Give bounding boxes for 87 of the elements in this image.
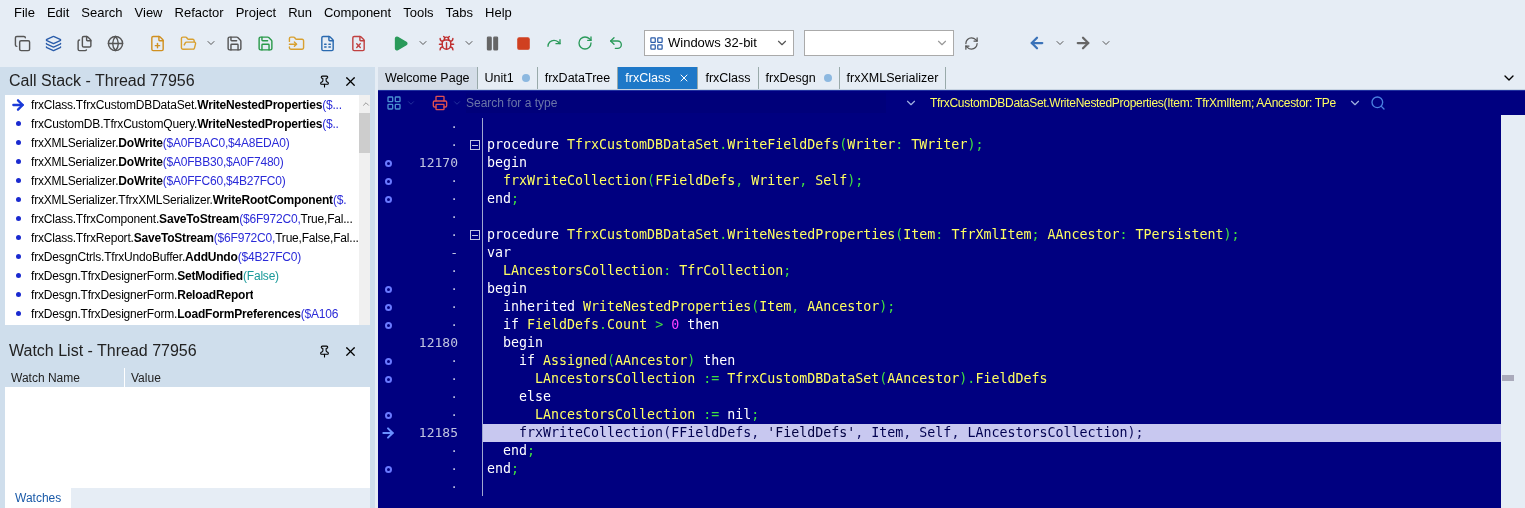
call-stack-frame[interactable]: frxDesgn.TfrxDesignerForm.LoadFormPreferences($A106 bbox=[5, 304, 359, 323]
line-number: · bbox=[449, 352, 458, 371]
code-text: var bbox=[487, 244, 512, 263]
code-text: begin bbox=[487, 154, 528, 173]
line-number: 12185 bbox=[417, 424, 458, 443]
line-number: · bbox=[449, 262, 458, 281]
line-number: 12170 bbox=[417, 154, 458, 173]
printer-icon[interactable] bbox=[432, 95, 448, 111]
code-text: end; bbox=[487, 190, 520, 209]
scrollbar-thumb[interactable] bbox=[358, 113, 370, 153]
column-header[interactable]: Value bbox=[125, 368, 370, 387]
search-icon[interactable] bbox=[1369, 95, 1386, 111]
line-number: · bbox=[449, 478, 458, 497]
code-text: begin bbox=[487, 280, 528, 299]
line-number: · bbox=[449, 316, 458, 335]
line-number: · bbox=[449, 442, 458, 461]
editor-tab[interactable]: frxClass bbox=[618, 67, 699, 89]
call-stack-frame[interactable]: frxDesgn.TfrxDesignerForm.SetModified(False) bbox=[5, 266, 359, 285]
call-stack-frame[interactable]: frxDesgnCtrls.TfrxUndoBuffer.AddUndo($4B27FC0) bbox=[5, 247, 359, 266]
method-dropdown[interactable]: TfrxCustomDBDataSet.WriteNestedProperties(Item: TfrXmlItem; AAncestor: TPe bbox=[904, 94, 1362, 112]
menu-item[interactable]: Tools bbox=[397, 2, 440, 23]
code-text: inherited WriteNestedProperties(Item, AAncestor); bbox=[502, 298, 896, 317]
code-text: procedure TfrxCustomDBDataSet.WriteFieldDefs(Writer: TWriter); bbox=[487, 136, 984, 155]
call-stack-frame[interactable]: frxXMLSerializer.DoWrite($A0FBAC0,$4A8EDA0) bbox=[5, 133, 359, 152]
line-number: 12180 bbox=[417, 334, 458, 353]
type-search-field[interactable]: Search for a type bbox=[466, 94, 886, 112]
menu-item[interactable]: Refactor bbox=[168, 2, 230, 23]
menu-item[interactable]: Edit bbox=[40, 2, 76, 23]
line-number: · bbox=[449, 460, 458, 479]
editor-tab[interactable]: frxDesgn bbox=[758, 67, 840, 89]
pin-icon[interactable] bbox=[318, 344, 331, 358]
line-number: · bbox=[449, 208, 458, 227]
line-number: · bbox=[449, 406, 458, 425]
menu-item[interactable]: File bbox=[8, 2, 41, 23]
menu-item[interactable]: Project bbox=[229, 2, 283, 23]
platform-dropdown[interactable]: Windows 32-bit bbox=[644, 30, 794, 56]
code-text: LAncestorsCollection: TfrCollection; bbox=[502, 262, 792, 281]
editor-tab[interactable]: frxClass bbox=[698, 67, 759, 89]
call-stack-frame[interactable]: frxDesgn.TfrxDesignerForm.ReloadReport bbox=[5, 285, 359, 304]
call-stack-frame[interactable]: frxClass.TfrxReport.SaveToStream($6F972C0,True,False,Fal... bbox=[5, 228, 359, 247]
code-text: begin bbox=[502, 334, 544, 353]
line-number: · bbox=[449, 298, 458, 317]
code-text: LAncestorsCollection := TfrxCustomDBDataSet(AAncestor).FieldDefs bbox=[534, 370, 1048, 389]
panel-title: Watch List - Thread 77956 bbox=[9, 341, 198, 361]
panel-title: Call Stack - Thread 77956 bbox=[9, 71, 196, 91]
menu-item[interactable]: Component bbox=[318, 2, 398, 23]
menu-item[interactable]: Search bbox=[75, 2, 129, 23]
code-text: if FieldDefs.Count > 0 then bbox=[502, 316, 720, 335]
line-number: · bbox=[449, 226, 458, 245]
column-header[interactable]: Watch Name bbox=[5, 368, 125, 387]
fold-toggle-icon[interactable] bbox=[470, 140, 480, 150]
menu-item[interactable]: Tabs bbox=[439, 2, 480, 23]
line-number: · bbox=[449, 118, 458, 137]
code-text: frxWriteCollection(FFieldDefs, 'FieldDefs', Item, Self, LAncestorsCollection); bbox=[518, 424, 1144, 443]
configuration-dropdown[interactable] bbox=[804, 30, 954, 56]
pin-icon[interactable] bbox=[318, 74, 331, 88]
call-stack-frame[interactable]: frxCustomDB.TfrxCustomQuery.WriteNestedProperties($.. bbox=[5, 114, 359, 133]
code-text: if Assigned(AAncestor) then bbox=[518, 352, 736, 371]
call-stack-frame[interactable]: frxXMLSerializer.DoWrite($A0FFC60,$4B27FC0) bbox=[5, 171, 359, 190]
line-number: · bbox=[449, 190, 458, 209]
code-text: end; bbox=[502, 442, 536, 461]
code-text: else bbox=[518, 388, 552, 407]
editor-tab[interactable]: Unit1 bbox=[477, 67, 538, 89]
code-text: procedure TfrxCustomDBDataSet.WriteNestedProperties(Item: TfrXmlItem; AAncestor: TPersistent); bbox=[487, 226, 1240, 245]
line-number: · bbox=[449, 370, 458, 389]
line-number: · bbox=[449, 388, 458, 407]
editor-tab[interactable]: Welcome Page bbox=[378, 67, 478, 89]
panel-tab[interactable]: Watches bbox=[5, 488, 72, 508]
line-number: · bbox=[449, 172, 458, 191]
call-stack-frame[interactable]: frxClass.TfrxCustomDBDataSet.WriteNestedProperties($... bbox=[5, 95, 359, 114]
scrollbar-thumb[interactable] bbox=[1502, 375, 1514, 381]
line-number: · bbox=[449, 136, 458, 155]
scrollbar[interactable] bbox=[358, 95, 370, 325]
editor-tab[interactable]: frxXMLSerializer bbox=[839, 67, 947, 89]
call-stack-frame[interactable]: frxXMLSerializer.DoWrite($A0FBB30,$A0F7480) bbox=[5, 152, 359, 171]
code-text: end; bbox=[487, 460, 520, 479]
code-text: LAncestorsCollection := nil; bbox=[534, 406, 760, 425]
windows-logo-icon bbox=[649, 35, 664, 51]
menu-item[interactable]: Help bbox=[479, 2, 518, 23]
menu-item[interactable]: View bbox=[128, 2, 169, 23]
fold-toggle-icon[interactable] bbox=[470, 230, 480, 240]
call-stack-frame[interactable]: frxClass.TfrxComponent.SaveToStream($6F972C0,True,Fal... bbox=[5, 209, 359, 228]
menu-item[interactable]: Run bbox=[282, 2, 318, 23]
code-text: frxWriteCollection(FFieldDefs, Writer, Self); bbox=[502, 172, 864, 191]
line-number: - bbox=[449, 244, 458, 263]
line-number: · bbox=[449, 280, 458, 299]
call-stack-frame[interactable]: frxXMLSerializer.TfrxXMLSerializer.WriteRootComponent($. bbox=[5, 190, 359, 209]
